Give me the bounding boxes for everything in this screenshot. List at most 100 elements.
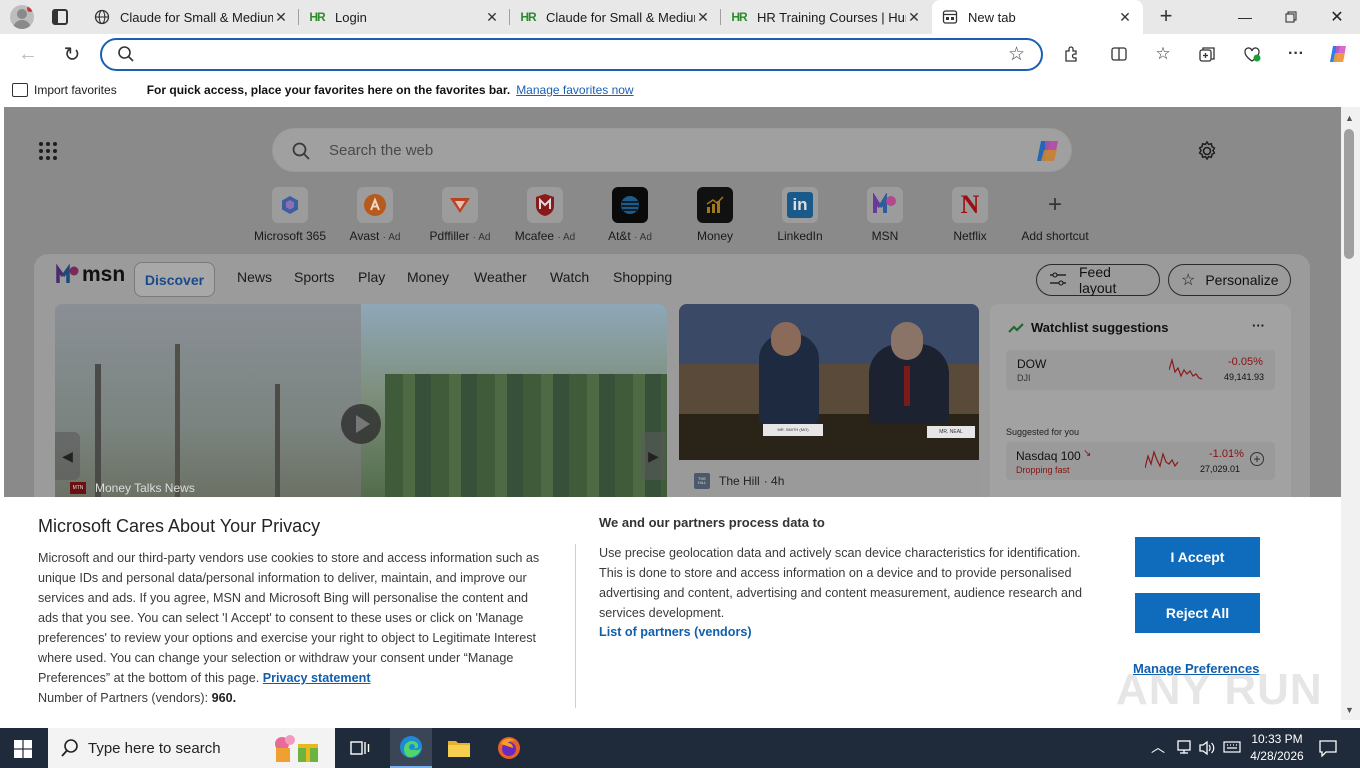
- clock-time[interactable]: 10:33 PM: [1251, 732, 1303, 746]
- tab-watch[interactable]: Watch: [550, 269, 589, 285]
- close-icon[interactable]: ✕: [906, 9, 922, 26]
- feed-layout-button[interactable]: Feed layout: [1036, 264, 1160, 296]
- tab-hr-training[interactable]: HR HR Training Courses | Huma ✕: [721, 0, 932, 34]
- close-icon[interactable]: ✕: [695, 9, 711, 26]
- restore-button[interactable]: [1268, 0, 1314, 34]
- collections-icon[interactable]: [1193, 40, 1221, 68]
- taskbar: Type here to search ︿ 10:33 PM 4/28/2026: [0, 728, 1360, 768]
- play-video-icon[interactable]: [341, 404, 381, 444]
- volume-icon[interactable]: [1198, 739, 1216, 762]
- newtab-icon: [942, 9, 958, 25]
- close-icon[interactable]: ✕: [1117, 9, 1133, 26]
- minimize-button[interactable]: —: [1222, 0, 1268, 34]
- stock-value: 49,141.93: [1224, 372, 1265, 382]
- apps-launcher-icon[interactable]: [38, 141, 58, 161]
- tab-login[interactable]: HR Login ✕: [299, 0, 510, 34]
- firefox-icon[interactable]: [497, 736, 521, 765]
- shortcut-mcafee[interactable]: Mcafee · Ad: [505, 187, 585, 243]
- stock-value: 27,029.01: [1200, 464, 1241, 474]
- shortcut-pdffiller[interactable]: Pdffiller · Ad: [420, 187, 500, 243]
- personalize-button[interactable]: ☆ Personalize: [1168, 264, 1291, 296]
- stock-sparkline: [1145, 449, 1179, 469]
- tab-news[interactable]: News: [237, 269, 272, 285]
- watermark-text: ANY RUN: [1116, 665, 1323, 714]
- tab-sports[interactable]: Sports: [294, 269, 334, 285]
- profile-avatar[interactable]: [10, 5, 34, 29]
- copilot-icon[interactable]: [1324, 40, 1352, 68]
- tab-actions-icon[interactable]: [52, 9, 68, 25]
- tab-discover[interactable]: Discover: [134, 262, 215, 297]
- msn-icon: [867, 187, 903, 223]
- close-icon[interactable]: ✕: [484, 9, 500, 26]
- page-settings-icon[interactable]: [1196, 140, 1218, 167]
- tab-weather[interactable]: Weather: [474, 269, 527, 285]
- edge-taskbar-icon[interactable]: [390, 728, 432, 768]
- extensions-icon[interactable]: [1057, 40, 1085, 68]
- shortcut-msn[interactable]: MSN: [845, 187, 925, 243]
- split-screen-icon[interactable]: [1105, 40, 1133, 68]
- tab-money[interactable]: Money: [407, 269, 449, 285]
- accept-button[interactable]: I Accept: [1135, 537, 1260, 577]
- nameplate-left: MR. SMITH (MO): [763, 424, 823, 436]
- personalize-icon: ☆: [1181, 272, 1196, 289]
- tab-shopping[interactable]: Shopping: [613, 269, 672, 285]
- tab-claude-2[interactable]: HR Claude for Small & Medium ✕: [510, 0, 721, 34]
- shortcut-label: Microsoft 365: [253, 229, 327, 243]
- stock-dow[interactable]: DOW DJI -0.05% 49,141.93: [1006, 350, 1275, 390]
- shortcut-netflix[interactable]: N Netflix: [930, 187, 1010, 243]
- favorites-bar: Import favorites For quick access, place…: [0, 74, 1360, 106]
- task-view-icon[interactable]: [350, 738, 370, 763]
- shortcut-avast[interactable]: Avast · Ad: [335, 187, 415, 243]
- taskbar-search-placeholder: Type here to search: [88, 740, 221, 757]
- watchlist-more-icon[interactable]: ···: [1252, 318, 1265, 333]
- news-card-image[interactable]: MR. SMITH (MO) MR. NEAL: [679, 304, 979, 460]
- taskbar-search-box[interactable]: Type here to search: [48, 728, 335, 768]
- favorite-star-icon[interactable]: ☆: [1008, 43, 1025, 66]
- vertical-scrollbar[interactable]: ▲ ▼: [1341, 107, 1360, 720]
- msn-logo[interactable]: msn: [56, 263, 125, 287]
- clock-date[interactable]: 4/28/2026: [1249, 749, 1305, 763]
- tab-claude-1[interactable]: Claude for Small & Medium ✕: [84, 0, 299, 34]
- shortcut-att[interactable]: At&t · Ad: [590, 187, 670, 243]
- search-icon: [117, 45, 135, 68]
- keyboard-icon[interactable]: [1223, 739, 1241, 760]
- new-tab-button[interactable]: +: [1153, 4, 1179, 30]
- network-icon[interactable]: [1176, 738, 1192, 761]
- carousel-next-button[interactable]: ▶: [641, 432, 666, 480]
- shortcut-microsoft-365[interactable]: Microsoft 365: [250, 187, 330, 243]
- consent-title: Microsoft Cares About Your Privacy: [38, 516, 321, 536]
- file-explorer-icon[interactable]: [447, 738, 471, 763]
- close-icon[interactable]: ✕: [273, 9, 289, 26]
- add-to-watchlist-button[interactable]: +: [1250, 452, 1264, 466]
- hr-icon: HR: [309, 10, 325, 24]
- add-shortcut-button[interactable]: + Add shortcut: [1015, 187, 1095, 243]
- manage-favorites-link[interactable]: Manage favorites now: [516, 83, 633, 97]
- close-window-button[interactable]: ✕: [1314, 0, 1360, 34]
- shortcut-linkedin[interactable]: in LinkedIn: [760, 187, 840, 243]
- tab-new-tab[interactable]: New tab ✕: [932, 0, 1143, 34]
- shortcut-money[interactable]: Money: [675, 187, 755, 243]
- stock-nasdaq[interactable]: Nasdaq 100 ↘ Dropping fast -1.01% 27,029…: [1006, 442, 1275, 480]
- scroll-up-icon[interactable]: ▲: [1345, 113, 1354, 123]
- reject-all-button[interactable]: Reject All: [1135, 593, 1260, 633]
- tab-title: Claude for Small & Medium: [120, 9, 273, 25]
- favorites-icon[interactable]: ☆: [1149, 40, 1177, 68]
- globe-icon: [94, 9, 110, 25]
- address-bar[interactable]: ☆: [100, 38, 1043, 71]
- scroll-down-icon[interactable]: ▼: [1345, 705, 1354, 715]
- start-button[interactable]: [14, 740, 32, 758]
- back-icon[interactable]: ←: [14, 40, 42, 68]
- partners-list-link[interactable]: List of partners (vendors): [599, 625, 752, 639]
- privacy-statement-link[interactable]: Privacy statement: [263, 671, 371, 685]
- scroll-thumb[interactable]: [1344, 129, 1354, 259]
- tab-play[interactable]: Play: [358, 269, 385, 285]
- notifications-icon[interactable]: [1318, 739, 1338, 762]
- copilot-icon[interactable]: [1033, 136, 1063, 171]
- import-favorites-button[interactable]: Import favorites: [34, 83, 117, 97]
- web-search-box[interactable]: Search the web: [272, 128, 1072, 172]
- browser-essentials-icon[interactable]: [1238, 40, 1266, 68]
- more-menu-icon[interactable]: ···: [1282, 40, 1310, 68]
- refresh-icon[interactable]: ↻: [58, 40, 86, 68]
- carousel-prev-button[interactable]: ◀: [55, 432, 80, 480]
- show-hidden-icons[interactable]: ︿: [1151, 737, 1165, 757]
